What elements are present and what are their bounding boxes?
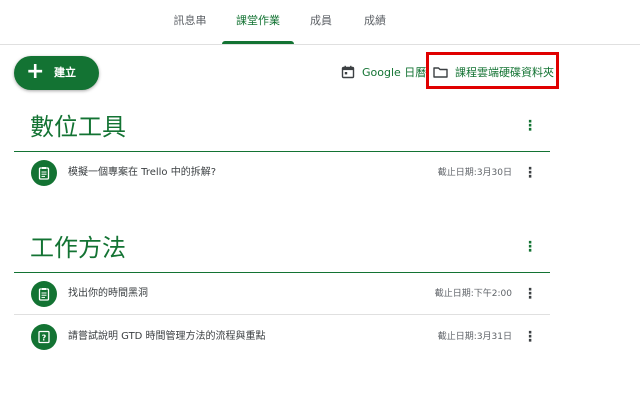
- svg-text:?: ?: [42, 334, 47, 343]
- create-button[interactable]: + 建立: [14, 56, 99, 90]
- tab-people-label: 成員: [310, 14, 332, 27]
- tab-classwork[interactable]: 課堂作業: [222, 0, 294, 44]
- item-more-options-icon[interactable]: ⋮: [521, 164, 539, 182]
- assignment-icon: [31, 160, 57, 186]
- classwork-item-title: 模擬一個專案在 Trello 中的拆解?: [68, 167, 217, 178]
- active-tab-indicator: [222, 41, 294, 44]
- classwork-item-due: 截止日期:3月31日: [437, 332, 512, 342]
- google-calendar-label: Google 日曆: [362, 66, 427, 79]
- classwork-item-due: 截止日期:下午2:00: [434, 289, 512, 299]
- classwork-item-due: 截止日期:3月30日: [437, 168, 512, 178]
- classwork-item-title: 請嘗試說明 GTD 時間管理方法的流程與重點: [68, 331, 266, 342]
- assignment-icon: [31, 281, 57, 307]
- top-navigation: 訊息串 課堂作業 成員 成績: [0, 0, 640, 45]
- calendar-icon: [341, 65, 355, 79]
- topic-more-options-icon[interactable]: ⋮: [521, 238, 539, 256]
- classwork-item[interactable]: 模擬一個專案在 Trello 中的拆解? 截止日期:3月30日 ⋮: [14, 152, 550, 194]
- create-button-label: 建立: [54, 66, 76, 79]
- tab-classwork-label: 課堂作業: [236, 14, 280, 27]
- tab-people[interactable]: 成員: [298, 0, 344, 44]
- tab-grades-label: 成績: [364, 14, 386, 27]
- topic-title: 工作方法: [30, 234, 126, 262]
- plus-icon: +: [26, 59, 45, 84]
- classwork-item-title: 找出你的時間黑洞: [68, 288, 148, 299]
- item-more-options-icon[interactable]: ⋮: [521, 285, 539, 303]
- tab-stream-label: 訊息串: [173, 14, 207, 27]
- classwork-item[interactable]: 找出你的時間黑洞 截止日期:下午2:00 ⋮: [14, 273, 550, 315]
- tab-stream[interactable]: 訊息串: [162, 0, 218, 44]
- tab-grades[interactable]: 成績: [350, 0, 400, 44]
- question-icon: ?: [31, 324, 57, 350]
- highlight-annotation-box: [426, 52, 559, 89]
- topic-title: 數位工具: [30, 113, 126, 141]
- item-more-options-icon[interactable]: ⋮: [521, 328, 539, 346]
- classwork-item[interactable]: ? 請嘗試說明 GTD 時間管理方法的流程與重點 截止日期:3月31日 ⋮: [14, 316, 550, 358]
- topic-more-options-icon[interactable]: ⋮: [521, 117, 539, 135]
- google-calendar-link[interactable]: Google 日曆: [341, 62, 426, 82]
